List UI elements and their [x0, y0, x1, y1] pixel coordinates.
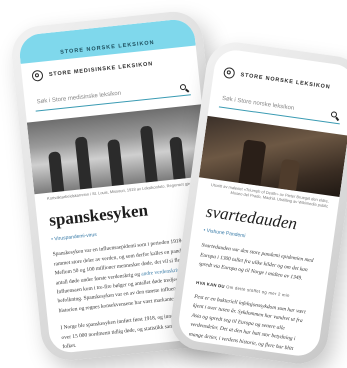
snl-logo-icon	[223, 66, 236, 80]
brand-name: STORE MEDISINSKE LEKSIKON	[48, 60, 154, 78]
photo-figure	[74, 136, 93, 190]
photo-figure	[139, 125, 158, 183]
search-icon[interactable]	[330, 111, 338, 118]
snl-logo-icon	[31, 69, 44, 82]
photo-figure	[169, 136, 186, 180]
inline-link[interactable]: andre verdenskrig	[141, 267, 180, 277]
search-input[interactable]: Søk i Store norske leksikon	[222, 96, 295, 112]
brand-name: STORE NORSKE LEKSIKON	[240, 71, 331, 91]
search-icon[interactable]	[179, 83, 187, 91]
phone-screen-right: STORE NORSKE LEKSIKON Søk i Store norske…	[176, 47, 347, 359]
photo-figure	[107, 139, 124, 187]
photo-figure	[278, 158, 301, 191]
photo-figure	[48, 151, 65, 193]
photo-figure	[238, 139, 267, 186]
search-input[interactable]: Søk i Store medisinske leksikon	[36, 91, 121, 106]
